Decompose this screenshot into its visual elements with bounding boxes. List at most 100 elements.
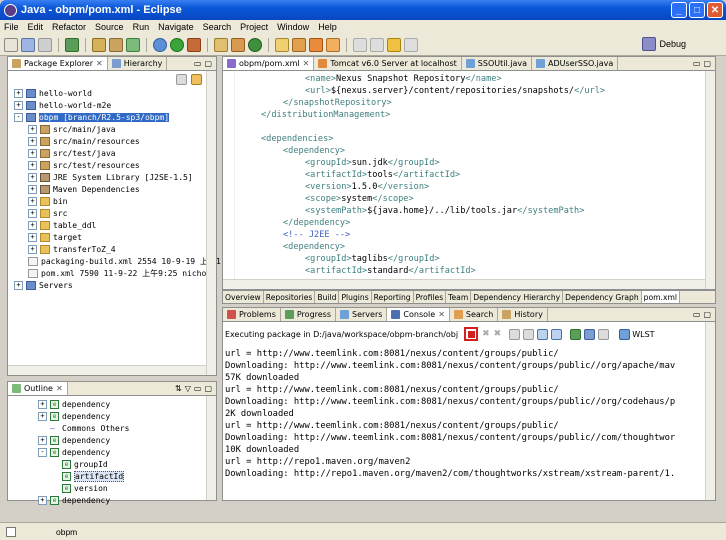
outline-vscrollbar[interactable] [206, 396, 216, 500]
new-icon[interactable] [4, 37, 18, 52]
minimize-button[interactable]: _ [671, 2, 687, 18]
pom-page-tab[interactable]: Overview [223, 291, 264, 303]
pom-page-tab[interactable]: Dependency Graph [563, 291, 642, 303]
console-tab[interactable]: Progress [281, 308, 337, 321]
tree-item[interactable]: + hello-world-m2e [10, 99, 204, 111]
expand-icon[interactable]: + [28, 208, 37, 218]
tree-item[interactable]: + Servers [10, 279, 204, 291]
pom-page-tab[interactable]: Plugins [339, 291, 372, 303]
maximize-view-icon[interactable]: ▢ [204, 59, 212, 68]
tree-item[interactable]: + src [10, 207, 204, 219]
menu-navigate[interactable]: Navigate [158, 22, 194, 32]
show-console-on-stderr-icon[interactable] [551, 328, 563, 340]
tab-hierarchy[interactable]: Hierarchy [108, 57, 168, 70]
open-task-icon[interactable] [231, 37, 245, 52]
pom-page-tab[interactable]: Dependency Hierarchy [471, 291, 564, 303]
menu-refactor[interactable]: Refactor [52, 22, 86, 32]
outline-item[interactable]: e version [10, 482, 204, 494]
console-tab[interactable]: Search [450, 308, 499, 321]
pom-page-tab[interactable]: Build [315, 291, 340, 303]
outline-item[interactable]: — Commons Others [10, 422, 204, 434]
outline-item[interactable]: e groupId [10, 458, 204, 470]
maximize-view-icon[interactable]: ▢ [703, 310, 711, 319]
debug-run-icon[interactable] [153, 37, 167, 52]
expand-icon[interactable]: + [28, 184, 37, 194]
expand-icon[interactable]: + [28, 124, 37, 134]
build-icon[interactable] [65, 37, 79, 52]
menu-search[interactable]: Search [203, 22, 232, 32]
tree-item[interactable]: + src/main/resources [10, 135, 204, 147]
console-output[interactable]: url = http://www.teemlink.com:8081/nexus… [225, 348, 703, 480]
close-icon[interactable]: ✕ [96, 59, 103, 68]
display-selected-console-icon[interactable] [584, 328, 596, 340]
pom-page-tab[interactable]: Team [446, 291, 472, 303]
pom-page-tab[interactable]: Profiles [414, 291, 447, 303]
expand-icon[interactable]: + [28, 172, 37, 182]
pin-icon[interactable] [309, 37, 323, 52]
close-icon[interactable]: ✕ [438, 310, 445, 319]
outline-item[interactable]: e artifactId [10, 470, 204, 482]
print-icon[interactable] [38, 37, 52, 52]
forward-disabled-icon[interactable] [404, 37, 418, 52]
collapse-all-icon[interactable] [175, 73, 187, 85]
forward-icon[interactable] [387, 37, 401, 52]
scroll-lock-icon[interactable] [523, 328, 535, 340]
minimize-view-icon[interactable]: ▭ [194, 384, 202, 393]
outline-item[interactable]: - e dependency [10, 446, 204, 458]
tab-outline[interactable]: Outline ✕ [8, 382, 68, 395]
tree-item[interactable]: + src/main/java [10, 123, 204, 135]
console-tab[interactable]: Problems [223, 308, 281, 321]
pom-page-tab[interactable]: Reporting [372, 291, 414, 303]
minimize-view-icon[interactable]: ▭ [693, 310, 701, 319]
window-title-bar[interactable]: Java - obpm/pom.xml - Eclipse _ □ ✕ [0, 0, 726, 20]
expand-icon[interactable]: + [38, 411, 47, 421]
outline-item[interactable]: + e dependency [10, 434, 204, 446]
expand-icon[interactable]: + [28, 136, 37, 146]
tree-item[interactable]: + src/test/java [10, 147, 204, 159]
pom-page-tab[interactable]: Repositories [264, 291, 316, 303]
menu-run[interactable]: Run [133, 22, 150, 32]
tree-item[interactable]: + transferToZ_4 [10, 243, 204, 255]
console-tab[interactable]: Console ✕ [387, 308, 450, 321]
expand-icon[interactable]: + [38, 399, 47, 409]
show-console-on-stdout-icon[interactable] [537, 328, 549, 340]
collapse-icon[interactable]: - [14, 112, 23, 122]
menu-window[interactable]: Window [277, 22, 309, 32]
editor-tab[interactable]: SSOUtil.java [462, 57, 532, 70]
expand-icon[interactable]: + [28, 232, 37, 242]
tree-item[interactable]: + target [10, 231, 204, 243]
tree-item[interactable]: + table_ddl [10, 219, 204, 231]
menu-edit[interactable]: Edit [28, 22, 44, 32]
remove-all-icon[interactable]: ✖ [494, 329, 502, 339]
collapse-icon[interactable]: - [38, 447, 47, 457]
run-icon[interactable] [170, 37, 184, 52]
tab-package-explorer[interactable]: Package Explorer ✕ [8, 57, 108, 70]
sort-icon[interactable]: ⇅ [175, 384, 182, 393]
expand-icon[interactable]: + [28, 160, 37, 170]
editor-tab[interactable]: ADUserSSO.java [532, 57, 619, 70]
console-tab[interactable]: Servers [336, 308, 388, 321]
outline-item[interactable]: + e dependency [10, 398, 204, 410]
refresh-icon[interactable] [248, 37, 262, 52]
editor-vscrollbar[interactable] [705, 71, 715, 289]
menu-file[interactable]: File [4, 22, 19, 32]
console-vscrollbar[interactable] [705, 322, 715, 500]
tree-item[interactable]: + hello-world [10, 87, 204, 99]
expand-icon[interactable]: + [28, 148, 37, 158]
close-icon[interactable]: ✕ [56, 384, 63, 393]
expand-icon[interactable]: + [38, 495, 47, 505]
terminate-button[interactable] [464, 327, 479, 341]
tree-item[interactable]: + JRE System Library [J2SE-1.5] [10, 171, 204, 183]
last-edit-icon[interactable] [353, 37, 367, 52]
tree-item[interactable]: + Maven Dependencies [10, 183, 204, 195]
fast-view-icon[interactable] [6, 526, 16, 537]
tree-item[interactable]: - obpm [branch/R2.5-sp3/obpm] [10, 111, 204, 123]
menu-project[interactable]: Project [240, 22, 268, 32]
expand-icon[interactable]: + [28, 196, 37, 206]
editor-tab[interactable]: Tomcat v6.0 Server at localhost [314, 57, 462, 70]
pom-page-tab[interactable]: pom.xml [641, 291, 680, 303]
xml-editor-content[interactable]: <name>Nexus Snapshot Repository</name> <u… [239, 73, 703, 277]
new-package-icon[interactable] [109, 37, 123, 52]
new-java-project-icon[interactable] [92, 37, 106, 52]
menu-help[interactable]: Help [318, 22, 337, 32]
